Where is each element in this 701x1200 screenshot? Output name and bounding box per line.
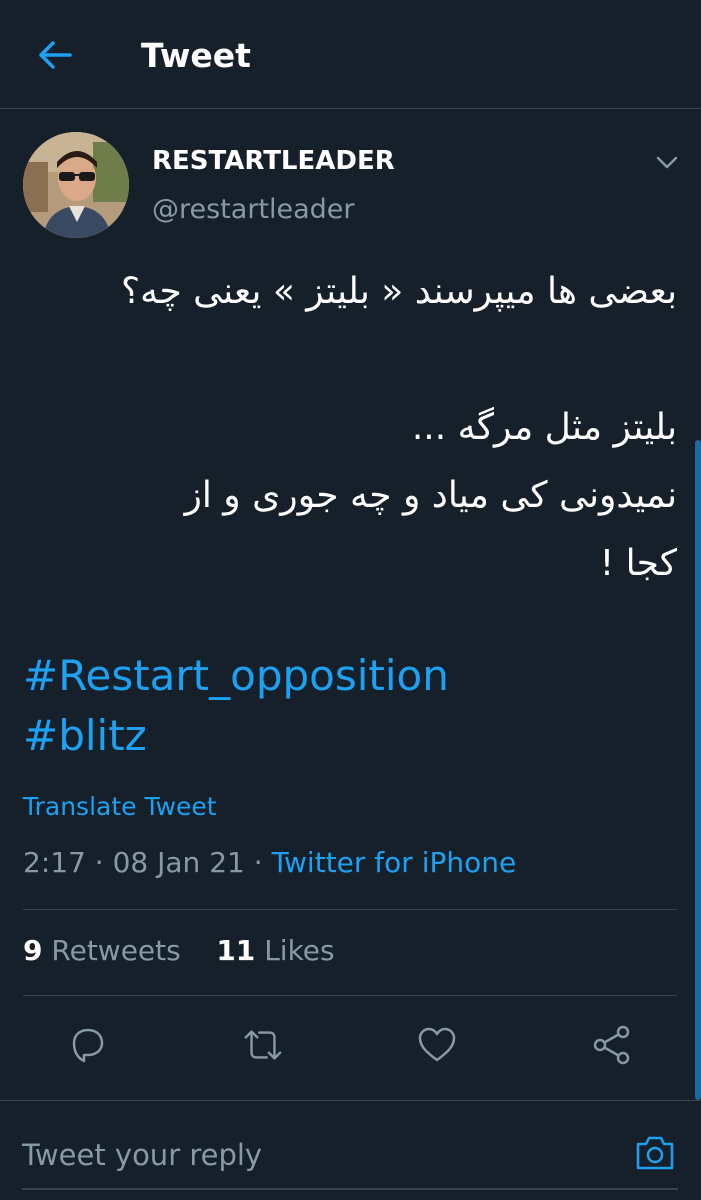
reply-button[interactable] — [67, 1024, 109, 1066]
likes-stat[interactable]: 11 Likes — [216, 934, 334, 967]
tweet-meta: 2:17 · 08 Jan 21 · Twitter for iPhone — [23, 846, 516, 879]
tweet-stats: 9 Retweets 11 Likes — [23, 934, 335, 967]
like-icon — [418, 1027, 456, 1062]
arrow-left-icon — [39, 41, 72, 69]
likes-label: Likes — [264, 934, 335, 967]
retweets-count: 9 — [23, 934, 43, 967]
divider — [23, 995, 677, 996]
camera-icon — [636, 1136, 674, 1170]
hashtag-list: #Restart_opposition #blitz — [23, 646, 449, 766]
tweet-line: بلیتز مثل مرگه ... — [411, 407, 677, 448]
meta-separator: · — [253, 846, 263, 879]
tweet-time: 2:17 — [23, 846, 86, 879]
author-display-name[interactable]: RESTARTLEADER — [152, 146, 395, 176]
likes-count: 11 — [216, 934, 256, 967]
tweet-action-bar — [0, 1012, 701, 1076]
tweet-screen: Tweet RESTARTLEADER @restartleader بعضی … — [0, 0, 701, 1200]
top-bar: Tweet — [0, 0, 701, 109]
tweet-source-link[interactable]: Twitter for iPhone — [272, 846, 517, 879]
reply-underline — [22, 1188, 678, 1190]
reply-input[interactable] — [22, 1130, 612, 1180]
divider — [23, 909, 677, 910]
chevron-down-icon — [656, 156, 678, 169]
author-handle[interactable]: @restartleader — [152, 194, 355, 225]
tweet-text: بعضی ها میپرسند « بلیتز » یعنی چه؟ بلیتز… — [23, 258, 677, 598]
retweet-button[interactable] — [242, 1024, 284, 1066]
tweet-line — [23, 326, 677, 394]
meta-separator: · — [94, 846, 104, 879]
tweet-line: بعضی ها میپرسند « بلیتز » یعنی چه؟ — [121, 271, 677, 312]
like-button[interactable] — [416, 1024, 458, 1066]
tweet-line: کجا ! — [599, 543, 677, 584]
avatar-photo — [23, 132, 129, 238]
tweet-line: نمیدونی کی میاد و چه جوری و از — [184, 475, 677, 516]
back-button[interactable] — [34, 34, 76, 76]
translate-tweet-link[interactable]: Translate Tweet — [23, 792, 217, 821]
share-icon — [593, 1025, 630, 1065]
hashtag-link[interactable]: #Restart_opposition — [23, 646, 449, 706]
share-button[interactable] — [591, 1024, 633, 1066]
reply-divider — [0, 1100, 701, 1101]
more-options-button[interactable] — [650, 146, 684, 180]
reply-icon — [72, 1028, 104, 1063]
retweet-icon — [244, 1030, 282, 1060]
tweet-date: 08 Jan 21 — [112, 846, 245, 879]
hashtag-link[interactable]: #blitz — [23, 706, 449, 766]
avatar[interactable] — [23, 132, 129, 238]
retweets-stat[interactable]: 9 Retweets — [23, 934, 181, 967]
scrollbar[interactable] — [695, 440, 701, 1100]
page-title: Tweet — [141, 36, 251, 75]
camera-button[interactable] — [632, 1130, 678, 1176]
retweets-label: Retweets — [51, 934, 181, 967]
